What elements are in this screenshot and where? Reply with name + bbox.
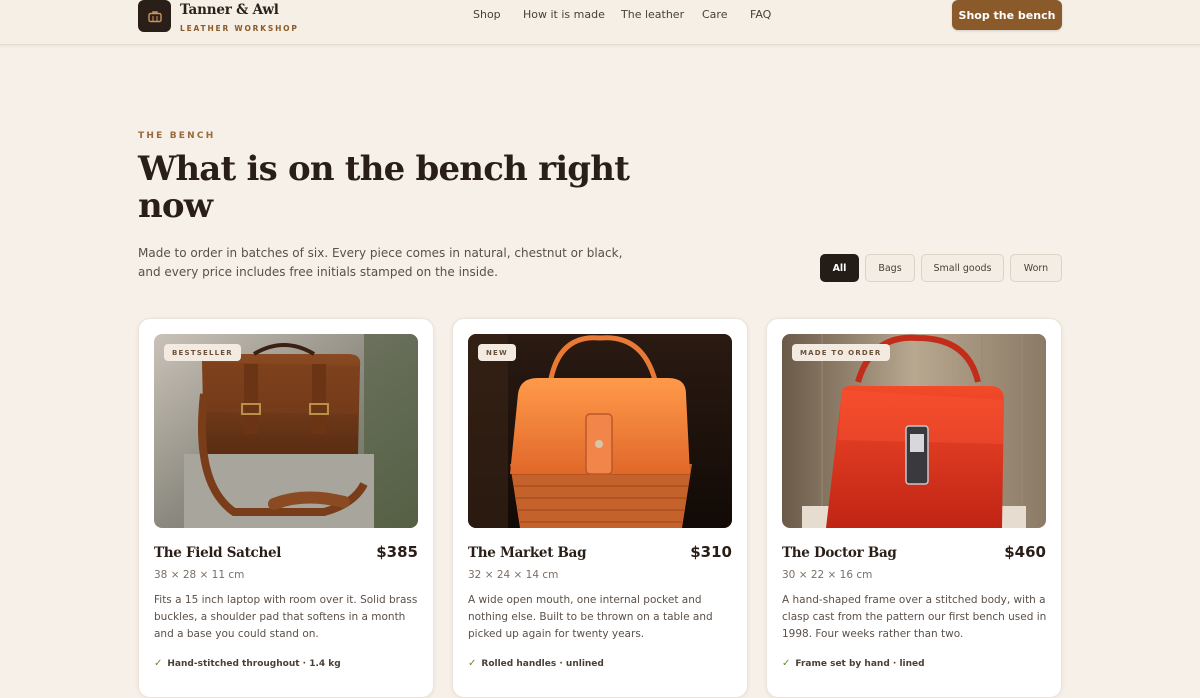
product-feature: ✓ Rolled handles · unlined bbox=[468, 658, 604, 669]
product-feature-text: Rolled handles · unlined bbox=[481, 658, 604, 669]
product-dimensions: 30 × 22 × 16 cm bbox=[782, 569, 873, 581]
product-description: A hand-shaped frame over a stitched body… bbox=[782, 594, 1047, 640]
check-icon: ✓ bbox=[468, 658, 477, 669]
filter-worn[interactable]: Worn bbox=[1010, 254, 1062, 282]
nav-link-shop[interactable]: Shop bbox=[473, 8, 501, 21]
product-name[interactable]: The Field Satchel bbox=[154, 545, 281, 561]
doctor-bag-photo bbox=[782, 334, 1046, 528]
product-description: Fits a 15 inch laptop with room over it.… bbox=[154, 594, 418, 640]
product-name[interactable]: The Market Bag bbox=[468, 545, 587, 561]
product-feature: ✓ Hand-stitched throughout · 1.4 kg bbox=[154, 658, 341, 669]
product-price: $385 bbox=[376, 543, 418, 561]
filter-small-goods[interactable]: Small goods bbox=[921, 254, 1004, 282]
product-price: $460 bbox=[1004, 543, 1046, 561]
filter-bags[interactable]: Bags bbox=[865, 254, 915, 282]
page-title: What is on the bench right now bbox=[138, 149, 630, 226]
product-card-doctor-bag[interactable]: MADE TO ORDER The Doctor Bag $460 30 × 2… bbox=[766, 318, 1062, 698]
product-badge: BESTSELLER bbox=[164, 344, 241, 361]
check-icon: ✓ bbox=[782, 658, 791, 669]
nav-link-care[interactable]: Care bbox=[702, 8, 727, 21]
section-eyebrow: THE BENCH bbox=[138, 131, 216, 141]
market-bag-photo bbox=[468, 334, 732, 528]
product-card-field-satchel[interactable]: BESTSELLER The Field Satchel $385 38 × 2… bbox=[138, 318, 434, 698]
nav-link-faq[interactable]: FAQ bbox=[750, 8, 771, 21]
product-dimensions: 38 × 28 × 11 cm bbox=[154, 569, 245, 581]
product-badge: NEW bbox=[478, 344, 516, 361]
product-name[interactable]: The Doctor Bag bbox=[782, 545, 897, 561]
product-badge: MADE TO ORDER bbox=[792, 344, 890, 361]
product-dimensions: 32 × 24 × 14 cm bbox=[468, 569, 559, 581]
product-card-market-bag[interactable]: NEW The Market Bag $310 32 × 24 × 14 cm … bbox=[452, 318, 748, 698]
check-icon: ✓ bbox=[154, 658, 163, 669]
shop-the-bench-button[interactable]: Shop the bench bbox=[952, 0, 1062, 30]
product-image[interactable]: MADE TO ORDER bbox=[782, 334, 1046, 528]
product-image[interactable]: BESTSELLER bbox=[154, 334, 418, 528]
product-feature: ✓ Frame set by hand · lined bbox=[782, 658, 925, 669]
nav-link-how-it-is-made[interactable]: How it is made bbox=[523, 8, 605, 21]
product-feature-text: Frame set by hand · lined bbox=[795, 658, 925, 669]
product-feature-text: Hand-stitched throughout · 1.4 kg bbox=[167, 658, 341, 669]
site-header: Tanner & Awl LEATHER WORKSHOP Shop How i… bbox=[0, 0, 1200, 45]
product-image[interactable]: NEW bbox=[468, 334, 732, 528]
nav-link-the-leather[interactable]: The leather bbox=[621, 8, 684, 21]
product-description: A wide open mouth, one internal pocket a… bbox=[468, 594, 713, 640]
filter-all[interactable]: All bbox=[820, 254, 859, 282]
satchel-photo bbox=[154, 334, 418, 528]
category-filters: All Bags Small goods Worn bbox=[0, 254, 1200, 282]
brand-tagline: LEATHER WORKSHOP bbox=[180, 24, 299, 33]
product-price: $310 bbox=[690, 543, 732, 561]
